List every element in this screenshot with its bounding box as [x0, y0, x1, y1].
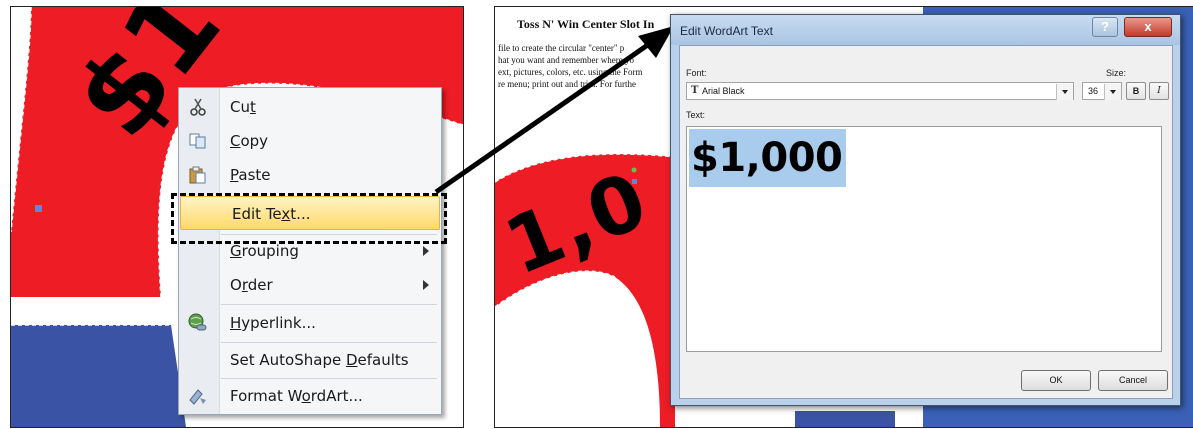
bold-button[interactable]: B — [1126, 82, 1146, 100]
menu-item-label: Set AutoShape Defaults — [230, 351, 409, 369]
font-select[interactable]: T Arial Black — [686, 82, 1074, 100]
font-label: Font: — [686, 68, 707, 78]
chevron-down-icon[interactable] — [1056, 84, 1073, 100]
menu-item-label: Cut — [230, 98, 256, 116]
size-select[interactable]: 36 — [1082, 82, 1122, 100]
font-value: Arial Black — [702, 86, 745, 96]
truetype-icon: T — [691, 85, 699, 96]
format-wordart-icon — [187, 386, 209, 406]
wordart-text-value: $1,000 — [689, 129, 847, 187]
size-value: 36 — [1088, 86, 1099, 96]
menu-item-copy[interactable]: Copy — [179, 124, 441, 158]
dialog-body: Font: T Arial Black Size: 36 B I Text: $… — [679, 45, 1173, 399]
dialog-titlebar[interactable]: Edit WordArt Text ? x — [671, 15, 1180, 45]
menu-item-label: Paste — [230, 166, 271, 184]
text-label: Text: — [686, 110, 706, 120]
menu-item-label: Order — [230, 276, 273, 294]
cancel-button[interactable]: Cancel — [1098, 370, 1168, 391]
size-label: Size: — [1106, 68, 1127, 78]
chevron-down-icon[interactable] — [1104, 84, 1121, 100]
menu-item-label: Format WordArt... — [230, 387, 363, 405]
close-button[interactable]: x — [1124, 17, 1172, 37]
ok-button[interactable]: OK — [1021, 370, 1091, 391]
menu-item-label: Copy — [230, 132, 269, 150]
callout-arrow — [434, 26, 674, 195]
scissors-icon — [187, 97, 209, 117]
edit-wordart-dialog: Edit WordArt Text ? x Font: T Arial Blac… — [670, 14, 1181, 406]
submenu-arrow-icon — [423, 246, 429, 256]
callout-highlight-box — [171, 193, 447, 244]
menu-item-format-wordart[interactable]: Format WordArt... — [179, 379, 441, 413]
menu-item-label: Grouping — [230, 242, 299, 260]
copy-icon — [187, 131, 209, 151]
submenu-arrow-icon — [423, 280, 429, 290]
menu-item-set-autoshape-defaults[interactable]: Set AutoShape Defaults — [179, 343, 441, 377]
menu-item-paste[interactable]: Paste — [179, 158, 441, 192]
italic-button[interactable]: I — [1149, 82, 1169, 100]
left-screenshot-panel: $1 Cut Copy Paste Edit Text... Grouping … — [10, 6, 464, 428]
hyperlink-icon — [187, 313, 209, 333]
menu-item-cut[interactable]: Cut — [179, 90, 441, 124]
menu-item-order[interactable]: Order — [179, 268, 441, 302]
menu-item-hyperlink[interactable]: Hyperlink... — [179, 306, 441, 340]
context-menu: Cut Copy Paste Edit Text... Grouping Ord… — [178, 87, 442, 415]
wordart-text-input[interactable]: $1,000 — [686, 126, 1162, 352]
menu-item-label: Hyperlink... — [230, 314, 316, 332]
help-button[interactable]: ? — [1092, 17, 1118, 37]
paste-icon — [187, 165, 209, 185]
dialog-title: Edit WordArt Text — [680, 24, 773, 38]
